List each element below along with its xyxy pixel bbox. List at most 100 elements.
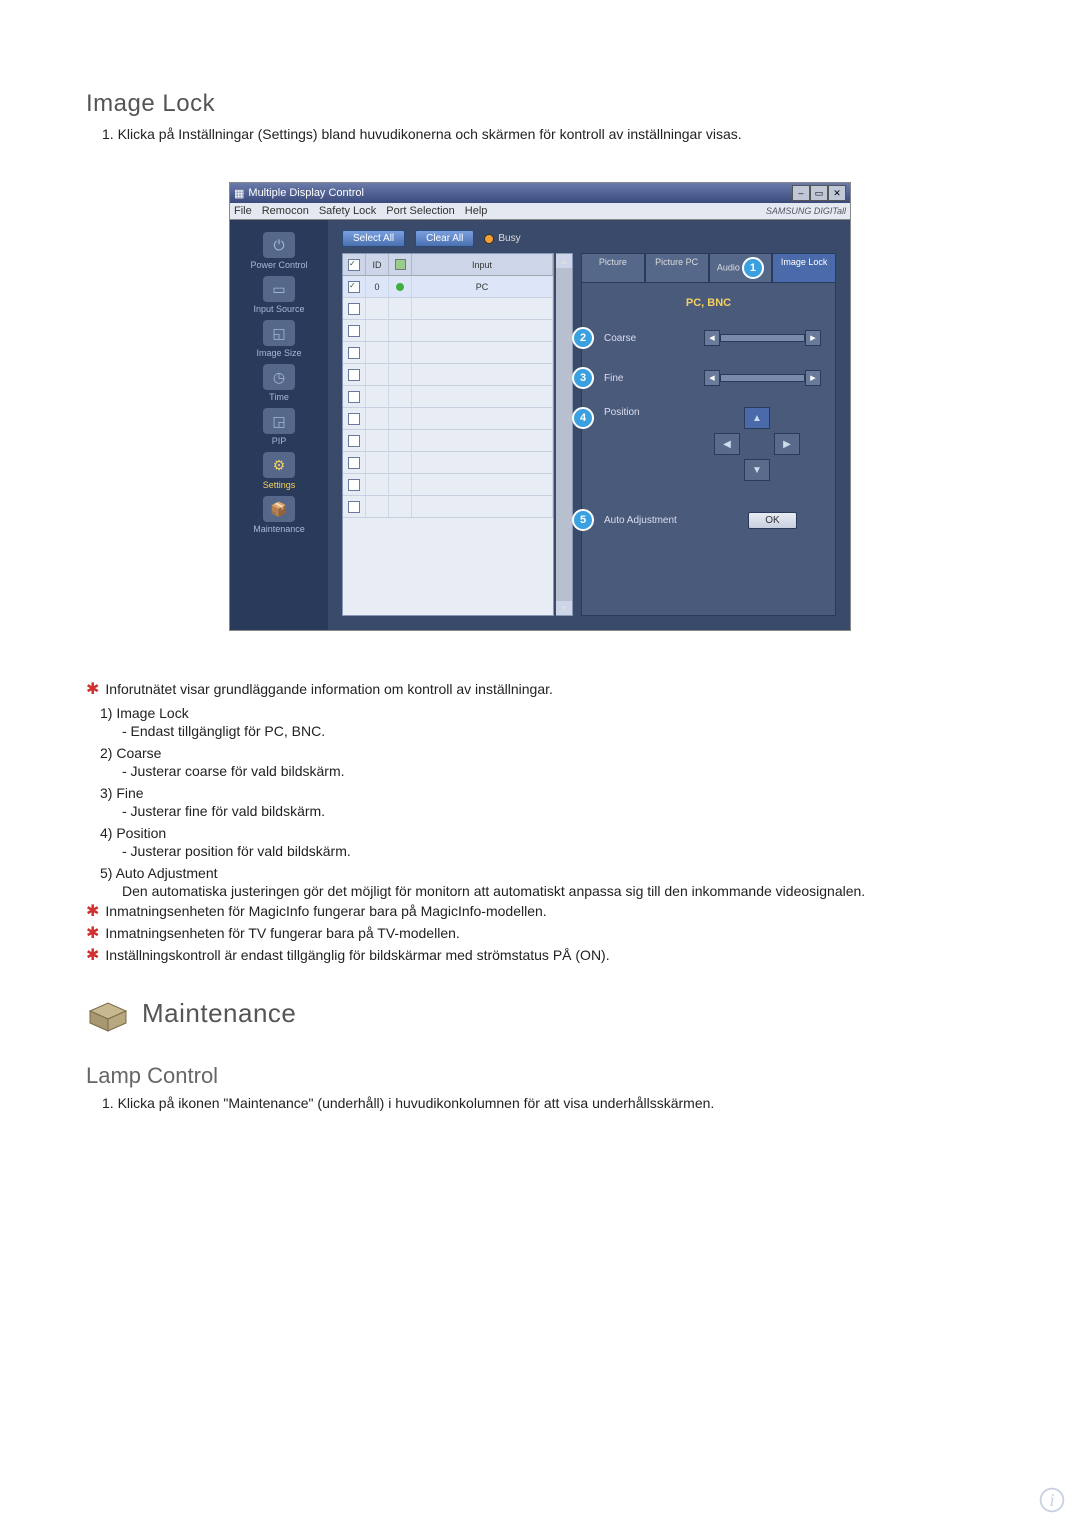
- row-id: 0: [366, 276, 389, 297]
- busy-dot-icon: [484, 234, 494, 244]
- section-title: Image Lock: [86, 90, 994, 118]
- sidebar-item-time[interactable]: ◷Time: [230, 364, 328, 402]
- menu-help[interactable]: Help: [465, 205, 488, 217]
- grid-header-input: Input: [412, 254, 553, 275]
- star-icon: ✱: [86, 925, 99, 943]
- svg-text:i: i: [1050, 1490, 1055, 1510]
- position-label: Position: [604, 407, 694, 418]
- pos-up-icon[interactable]: ▲: [744, 407, 770, 429]
- slider-left-icon[interactable]: ◀: [704, 330, 720, 346]
- pip-icon: ◲: [263, 408, 295, 434]
- maintenance-heading: Maintenance: [142, 998, 296, 1029]
- table-row[interactable]: [343, 452, 553, 474]
- pos-right-icon[interactable]: ▶: [774, 433, 800, 455]
- pos-down-icon[interactable]: ▼: [744, 459, 770, 481]
- row-check-icon[interactable]: [348, 457, 360, 469]
- check-icon[interactable]: [348, 259, 360, 271]
- badge-1: 1: [742, 257, 764, 279]
- sidebar-item-image-size[interactable]: ◱Image Size: [230, 320, 328, 358]
- scroll-down-icon[interactable]: ▼: [556, 601, 572, 615]
- tab-audio[interactable]: Audio1: [709, 253, 773, 283]
- badge-4: 4: [572, 407, 594, 429]
- menubar: File Remocon Safety Lock Port Selection …: [230, 203, 850, 220]
- app-icon: ▦: [234, 187, 244, 200]
- maximize-icon[interactable]: ▭: [810, 185, 828, 201]
- star-icon: ✱: [86, 903, 99, 921]
- sidebar-item-settings[interactable]: ⚙Settings: [230, 452, 328, 490]
- menu-safety-lock[interactable]: Safety Lock: [319, 205, 376, 217]
- row-check-icon[interactable]: [348, 369, 360, 381]
- row-check-icon[interactable]: [348, 281, 360, 293]
- note-text: Inmatningsenheten för MagicInfo fungerar…: [105, 903, 546, 919]
- grid-scrollbar[interactable]: ▲ ▼: [556, 253, 573, 616]
- menu-file[interactable]: File: [234, 205, 252, 217]
- row-check-icon[interactable]: [348, 325, 360, 337]
- note-sub: - Endast tillgängligt för PC, BNC.: [122, 723, 994, 739]
- menu-remocon[interactable]: Remocon: [262, 205, 309, 217]
- note-item: 4) Position: [100, 825, 994, 841]
- fine-label: Fine: [604, 373, 694, 384]
- slider-left-icon[interactable]: ◀: [704, 370, 720, 386]
- maintenance-box-icon: [86, 993, 130, 1033]
- row-check-icon[interactable]: [348, 479, 360, 491]
- power-icon: ⏻: [263, 232, 295, 258]
- table-row[interactable]: [343, 430, 553, 452]
- row-check-icon[interactable]: [348, 303, 360, 315]
- table-row[interactable]: 0 PC: [343, 276, 553, 298]
- info-icon: i: [1038, 1486, 1066, 1517]
- table-row[interactable]: [343, 474, 553, 496]
- slider-right-icon[interactable]: ▶: [805, 330, 821, 346]
- position-grid: ▲ ◀ ▶ ▼: [714, 407, 800, 481]
- titlebar: ▦ Multiple Display Control – ▭ ✕: [230, 183, 850, 203]
- lamp-control-heading: Lamp Control: [86, 1063, 994, 1089]
- tab-image-lock[interactable]: Image Lock: [772, 253, 836, 283]
- note-text: Inmatningsenheten för TV fungerar bara p…: [105, 925, 459, 941]
- sidebar-item-input-source[interactable]: ▭Input Source: [230, 276, 328, 314]
- note-text: Inställningskontroll är endast tillgängl…: [105, 947, 609, 963]
- row-check-icon[interactable]: [348, 501, 360, 513]
- table-row[interactable]: [343, 386, 553, 408]
- panel-title: PC, BNC: [596, 297, 821, 309]
- table-row[interactable]: [343, 298, 553, 320]
- note-sub: Den automatiska justeringen gör det möjl…: [122, 883, 994, 899]
- minimize-icon[interactable]: –: [792, 185, 810, 201]
- row-check-icon[interactable]: [348, 391, 360, 403]
- notes: ✱Inforutnätet visar grundläggande inform…: [86, 681, 994, 965]
- badge-3: 3: [572, 367, 594, 389]
- table-row[interactable]: [343, 496, 553, 518]
- grid-body: 0 PC: [343, 276, 553, 518]
- sidebar-item-power-control[interactable]: ⏻Power Control: [230, 232, 328, 270]
- close-icon[interactable]: ✕: [828, 185, 846, 201]
- ok-button[interactable]: OK: [748, 512, 796, 529]
- coarse-slider[interactable]: ◀▶: [704, 331, 821, 345]
- maintenance-instruction: 1. Klicka på ikonen "Maintenance" (under…: [102, 1095, 994, 1111]
- row-input: PC: [412, 276, 553, 297]
- table-row[interactable]: [343, 364, 553, 386]
- sidebar-item-maintenance[interactable]: 📦Maintenance: [230, 496, 328, 534]
- tab-picture-pc[interactable]: Picture PC: [645, 253, 709, 283]
- star-icon: ✱: [86, 947, 99, 965]
- badge-5: 5: [572, 509, 594, 531]
- table-row[interactable]: [343, 320, 553, 342]
- sidebar-item-pip[interactable]: ◲PIP: [230, 408, 328, 446]
- clear-all-button[interactable]: Clear All: [415, 230, 474, 247]
- table-row[interactable]: [343, 342, 553, 364]
- scroll-up-icon[interactable]: ▲: [556, 254, 572, 268]
- pos-left-icon[interactable]: ◀: [714, 433, 740, 455]
- fine-slider[interactable]: ◀▶: [704, 371, 821, 385]
- star-icon: ✱: [86, 681, 99, 699]
- row-check-icon[interactable]: [348, 413, 360, 425]
- time-icon: ◷: [263, 364, 295, 390]
- slider-right-icon[interactable]: ▶: [805, 370, 821, 386]
- tab-picture[interactable]: Picture: [581, 253, 645, 283]
- menu-port-selection[interactable]: Port Selection: [386, 205, 454, 217]
- table-row[interactable]: [343, 408, 553, 430]
- image-lock-panel: PC, BNC 2 Coarse ◀▶ 3 Fine: [581, 283, 836, 616]
- status-header-icon: [395, 259, 406, 270]
- window-title: Multiple Display Control: [248, 187, 364, 199]
- row-check-icon[interactable]: [348, 347, 360, 359]
- input-icon: ▭: [263, 276, 295, 302]
- select-all-button[interactable]: Select All: [342, 230, 405, 247]
- badge-2: 2: [572, 327, 594, 349]
- row-check-icon[interactable]: [348, 435, 360, 447]
